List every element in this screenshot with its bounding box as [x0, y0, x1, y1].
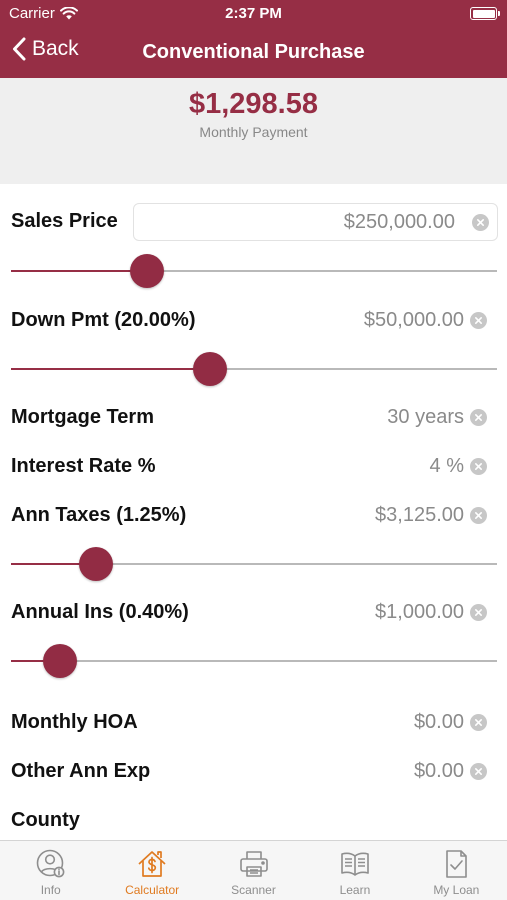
tab-learn[interactable]: Learn — [304, 841, 405, 900]
tab-label: Info — [40, 883, 61, 897]
tab-calculator[interactable]: Calculator — [101, 841, 202, 900]
mortgage-term-value: 30 years — [387, 406, 464, 428]
monthly-hoa-field[interactable]: $0.00 — [414, 711, 487, 734]
tab-label: Calculator — [125, 883, 180, 897]
ann-taxes-label: Ann Taxes (1.25%) — [11, 504, 187, 526]
sales-price-label: Sales Price — [11, 210, 118, 232]
other-ann-exp-field[interactable]: $0.00 — [414, 760, 487, 783]
other-ann-exp-value: $0.00 — [413, 760, 464, 782]
down-pmt-slider[interactable] — [11, 352, 497, 386]
mortgage-term-field[interactable]: 30 years — [387, 406, 487, 429]
annual-ins-label: Annual Ins (0.40%) — [11, 601, 189, 623]
mortgage-term-label: Mortgage Term — [11, 406, 154, 428]
other-ann-exp-label: Other Ann Exp — [11, 760, 151, 782]
annual-ins-value: $1,000.00 — [375, 601, 464, 623]
back-button[interactable]: Back — [12, 37, 79, 61]
back-label: Back — [32, 37, 79, 60]
county-label[interactable]: County — [11, 809, 80, 832]
ann-taxes-value: $3,125.00 — [375, 504, 464, 526]
ann-taxes-field[interactable]: $3,125.00 — [375, 504, 487, 527]
tab-info[interactable]: Info — [0, 841, 101, 900]
open-book-icon — [341, 852, 369, 876]
payment-summary: $1,298.58 Monthly Payment — [0, 78, 507, 184]
slider-thumb[interactable] — [42, 644, 77, 678]
sales-price-value: $250,000.00 — [343, 211, 455, 233]
tab-label: Scanner — [231, 883, 276, 897]
monthly-payment-amount: $1,298.58 — [188, 88, 318, 120]
slider-thumb[interactable] — [79, 547, 114, 581]
monthly-hoa-value: $0.00 — [413, 711, 464, 733]
battery-icon — [470, 7, 500, 20]
clear-icon[interactable] — [470, 714, 487, 731]
tab-label: Learn — [339, 883, 371, 897]
interest-rate-label: Interest Rate % — [11, 455, 156, 477]
sales-price-input[interactable]: $250,000.00 — [133, 203, 498, 241]
slider-thumb[interactable] — [193, 352, 228, 386]
interest-rate-field[interactable]: 4 % — [430, 455, 487, 478]
interest-rate-value: 4 % — [429, 455, 464, 477]
monthly-hoa-label: Monthly HOA — [11, 711, 138, 733]
slider-fill — [11, 368, 211, 370]
clear-icon[interactable] — [470, 507, 487, 524]
slider-thumb[interactable] — [130, 254, 165, 288]
annual-ins-field[interactable]: $1,000.00 — [375, 601, 487, 624]
chevron-left-icon — [13, 37, 26, 61]
person-info-icon — [36, 849, 65, 878]
tab-my-loan[interactable]: My Loan — [406, 841, 507, 900]
clear-icon[interactable] — [470, 312, 487, 329]
down-pmt-value: $50,000.00 — [363, 309, 464, 331]
down-pmt-label: Down Pmt (20.00%) — [11, 309, 196, 331]
tab-label: My Loan — [433, 883, 480, 897]
down-pmt-field[interactable]: $50,000.00 — [364, 309, 487, 332]
ann-taxes-slider[interactable] — [11, 547, 497, 581]
sales-price-slider[interactable] — [11, 254, 497, 288]
monthly-payment-label: Monthly Payment — [199, 124, 308, 140]
document-check-icon — [446, 850, 468, 878]
tab-scanner[interactable]: Scanner — [203, 841, 304, 900]
clear-icon[interactable] — [470, 763, 487, 780]
slider-fill — [11, 270, 148, 272]
status-time: 2:37 PM — [225, 5, 282, 22]
slider-track — [11, 660, 497, 662]
house-dollar-icon — [138, 851, 166, 877]
annual-ins-slider[interactable] — [11, 644, 497, 678]
nav-bar: Back Conventional Purchase — [0, 28, 507, 78]
clear-icon[interactable] — [470, 409, 487, 426]
status-bar: Carrier 2:37 PM — [0, 0, 507, 28]
tab-bar: Info Calculator Scanner Learn My Loan — [0, 840, 507, 900]
printer-icon — [239, 851, 268, 877]
clear-icon[interactable] — [470, 604, 487, 621]
clear-icon[interactable] — [470, 458, 487, 475]
clear-icon[interactable] — [472, 214, 489, 231]
